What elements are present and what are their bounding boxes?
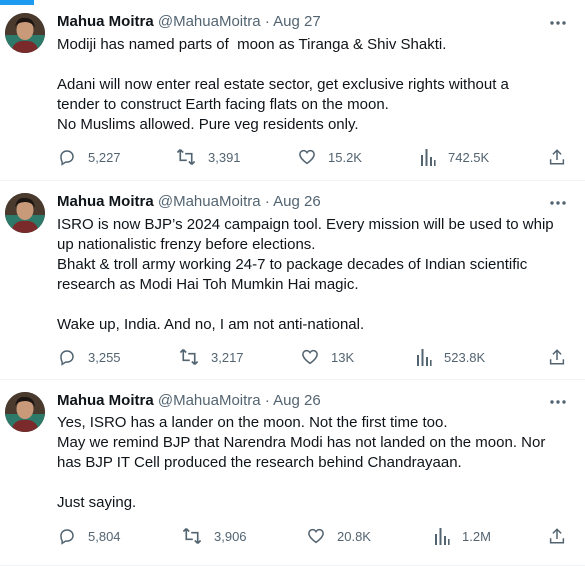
tweet-header: Mahua Moitra @MahuaMoitra · Aug 26 [57, 391, 321, 411]
avatar-image [5, 193, 45, 233]
tweet-text-line: tender to construct Earth facing flats o… [57, 96, 389, 113]
retweet-button[interactable]: 3,217 [179, 346, 244, 368]
share-upload-icon [549, 149, 565, 165]
tweet-date[interactable]: Aug 27 [273, 13, 321, 30]
reply-icon [60, 150, 74, 166]
reply-icon [60, 350, 74, 366]
like-count: 20.8K [337, 528, 371, 544]
reply-button[interactable]: 5,227 [58, 146, 121, 168]
avatar[interactable] [5, 13, 45, 53]
like-button[interactable]: 15.2K [298, 146, 362, 168]
reply-count: 5,227 [88, 149, 121, 165]
views-bar-chart-icon [417, 349, 432, 366]
tweet-text-line: No Muslims allowed. Pure veg residents o… [57, 116, 359, 133]
like-count: 15.2K [328, 149, 362, 165]
tweet-text-line: Wake up, India. And no, I am not anti-na… [57, 316, 365, 333]
retweet-icon [179, 349, 199, 365]
more-horizontal-icon [550, 201, 566, 205]
tweet-text-line: has BJP IT Cell produced the research be… [57, 454, 462, 471]
author-handle[interactable]: @MahuaMoitra [158, 13, 261, 30]
tweet-text: ISRO is now BJP’s 2024 campaign tool. Ev… [57, 215, 571, 335]
views-bar-chart-icon [421, 149, 436, 166]
tweet-actions: 5,227 3,391 15.2K 742.5K [57, 146, 571, 168]
reply-count: 5,804 [88, 528, 121, 544]
tweet[interactable]: Mahua Moitra @MahuaMoitra · Aug 27 Modij… [0, 0, 585, 181]
more-options-button[interactable] [547, 13, 569, 33]
retweet-count: 3,217 [211, 349, 244, 365]
author-handle[interactable]: @MahuaMoitra [158, 193, 261, 210]
like-count: 13K [331, 349, 355, 365]
tweet-feed: Mahua Moitra @MahuaMoitra · Aug 27 Modij… [0, 0, 585, 566]
like-button[interactable]: 13K [301, 346, 354, 368]
tweet-text-line: research as Modi Hai Toh Mumkin Hai magi… [57, 276, 359, 293]
author-handle[interactable]: @MahuaMoitra [158, 392, 261, 409]
reply-icon [60, 529, 74, 545]
avatar-image [5, 392, 45, 432]
tweet-header: Mahua Moitra @MahuaMoitra · Aug 27 [57, 12, 321, 32]
retweet-icon [176, 149, 196, 165]
share-upload-icon [549, 349, 565, 365]
heart-icon [302, 349, 318, 365]
tweet-text-line: Bhakt & troll army working 24-7 to packa… [57, 256, 528, 273]
retweet-button[interactable]: 3,906 [182, 525, 247, 547]
share-button[interactable] [548, 146, 566, 168]
tweet-date[interactable]: Aug 26 [273, 193, 321, 210]
author-name[interactable]: Mahua Moitra [57, 193, 154, 210]
tweet-text-blank-line [57, 55, 571, 75]
retweet-icon [182, 528, 202, 544]
views-count: 1.2M [462, 528, 491, 544]
tweet-date[interactable]: Aug 26 [273, 392, 321, 409]
tweet-text-line: May we remind BJP that Narendra Modi has… [57, 434, 546, 451]
more-horizontal-icon [550, 21, 566, 25]
separator-dot: · [264, 392, 270, 409]
separator-dot: · [264, 13, 270, 30]
views-count: 742.5K [448, 149, 490, 165]
views-bar-chart-icon [435, 528, 450, 545]
tweet-text-line: Modiji has named parts of moon as Tirang… [57, 36, 447, 53]
reply-button[interactable]: 5,804 [58, 525, 121, 547]
avatar[interactable] [5, 193, 45, 233]
more-options-button[interactable] [547, 193, 569, 213]
tweet-text: Yes, ISRO has a lander on the moon. Not … [57, 413, 571, 513]
tweet-text-blank-line [57, 473, 571, 493]
tweet-text-line: Just saying. [57, 494, 137, 511]
retweet-count: 3,906 [214, 528, 247, 544]
heart-icon [308, 528, 324, 544]
tweet[interactable]: Mahua Moitra @MahuaMoitra · Aug 26 Yes, … [0, 380, 585, 566]
more-horizontal-icon [550, 400, 566, 404]
views-button[interactable]: 1.2M [434, 525, 491, 547]
reply-button[interactable]: 3,255 [58, 346, 121, 368]
tweet-actions: 5,804 3,906 20.8K 1.2M [57, 525, 571, 547]
avatar[interactable] [5, 392, 45, 432]
separator-dot: · [264, 193, 270, 210]
tweet-text-line: up nationalistic frenzy before elections… [57, 236, 316, 253]
tweet-text-blank-line [57, 295, 571, 315]
more-options-button[interactable] [547, 392, 569, 412]
retweet-button[interactable]: 3,391 [176, 146, 241, 168]
like-button[interactable]: 20.8K [307, 525, 371, 547]
avatar-image [5, 13, 45, 53]
heart-icon [299, 149, 315, 165]
author-name[interactable]: Mahua Moitra [57, 392, 154, 409]
tweet-header: Mahua Moitra @MahuaMoitra · Aug 26 [57, 192, 321, 212]
retweet-count: 3,391 [208, 149, 241, 165]
reply-count: 3,255 [88, 349, 121, 365]
views-count: 523.8K [444, 349, 486, 365]
views-button[interactable]: 523.8K [416, 346, 485, 368]
tweet-text-line: ISRO is now BJP’s 2024 campaign tool. Ev… [57, 216, 554, 233]
tweet-text: Modiji has named parts of moon as Tirang… [57, 35, 571, 135]
author-name[interactable]: Mahua Moitra [57, 13, 154, 30]
share-button[interactable] [548, 525, 566, 547]
tweet-actions: 3,255 3,217 13K 523.8K [57, 346, 571, 368]
tweet[interactable]: Mahua Moitra @MahuaMoitra · Aug 26 ISRO … [0, 181, 585, 380]
tweet-text-line: Adani will now enter real estate sector,… [57, 76, 509, 93]
views-button[interactable]: 742.5K [420, 146, 489, 168]
share-upload-icon [549, 528, 565, 544]
share-button[interactable] [548, 346, 566, 368]
tweet-text-line: Yes, ISRO has a lander on the moon. Not … [57, 414, 448, 431]
